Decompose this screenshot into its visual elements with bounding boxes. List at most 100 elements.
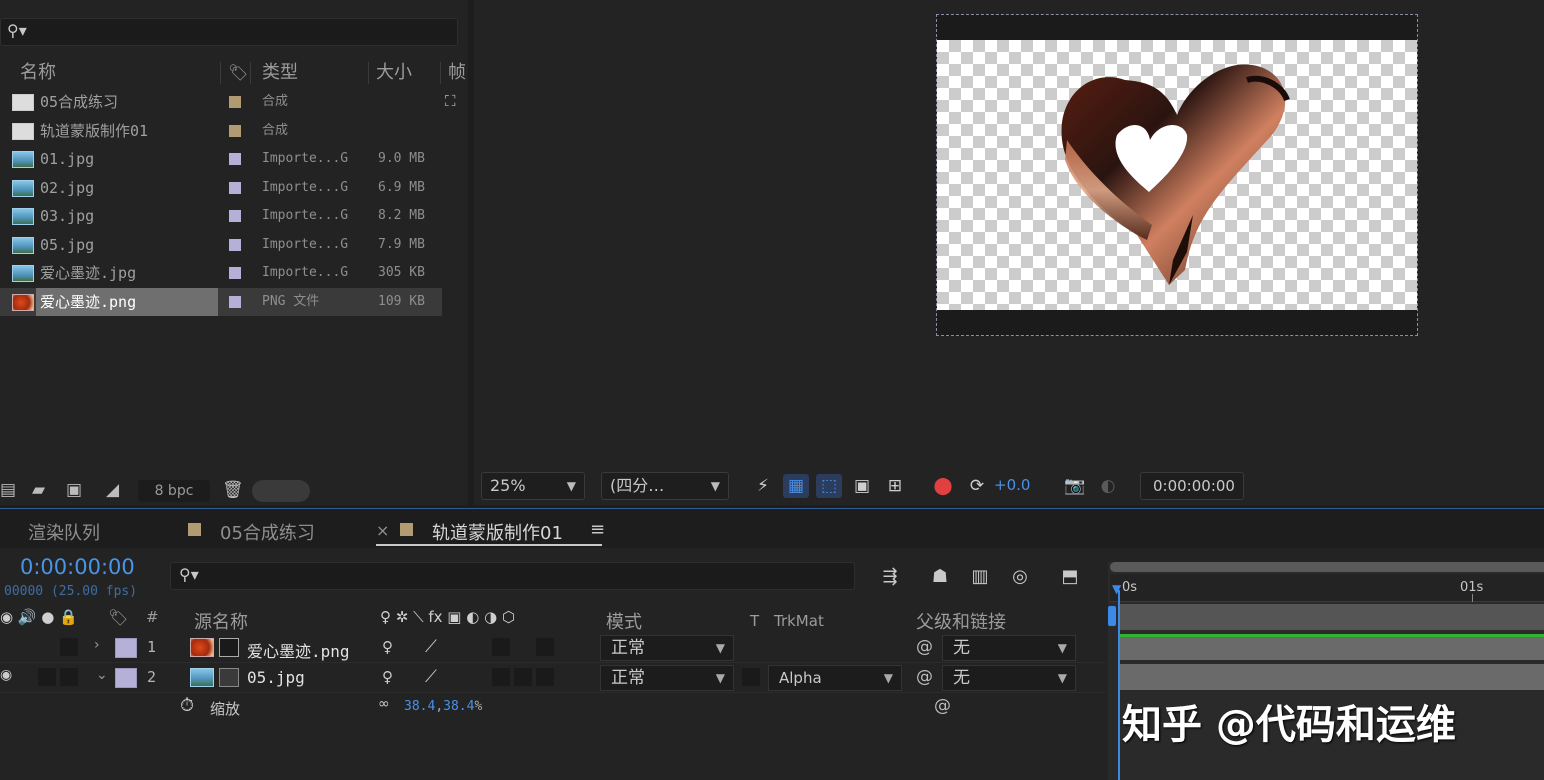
exposure-value[interactable]: +0.0 [994,476,1030,494]
preserve-transparency-switch[interactable] [742,668,760,686]
project-item[interactable]: 05.jpg Importe...G 7.9 MB [0,231,442,259]
column-parent-link[interactable]: 父级和链接 [916,608,1006,634]
mode-dropdown[interactable]: 正常 ▼ [600,635,734,661]
frame-blending-icon[interactable]: ▥ [966,566,994,588]
column-t[interactable]: T [750,612,759,630]
region-of-interest-icon[interactable]: ▣ [849,474,875,498]
property-row[interactable]: ⏱ 缩放 ∞ 38.4,38.4% @ [0,693,1106,723]
scale-value[interactable]: 38.4,38.4% [404,699,482,714]
layer-row[interactable]: ◉ ⌄ 2 05.jpg ♀ ⟋ 正常 ▼ Alpha ▼ @ 无 ▼ [0,663,1106,693]
pick-whip-icon[interactable]: @ [916,667,933,687]
lock-switch[interactable] [60,668,78,686]
label-tag-icon[interactable]: 🏷 [228,60,248,86]
label-color-swatch[interactable] [229,153,241,165]
transparency-grid[interactable] [937,40,1417,310]
collapse-chevron-icon[interactable]: ⌄ [96,667,108,683]
project-item[interactable]: 05合成练习 合成 [0,88,442,116]
constrain-proportions-icon[interactable]: ∞ [378,696,390,712]
thumbnail-slider[interactable] [252,480,310,502]
pick-whip-icon[interactable]: @ [934,696,951,716]
project-search-input[interactable]: ⚲▾ [0,18,458,46]
expand-chevron-icon[interactable]: › [94,637,100,653]
project-item[interactable]: 爱心墨迹.png PNG 文件 109 KB [0,287,442,316]
switch-cell[interactable] [514,668,532,686]
layer-row[interactable]: › 1 爱心墨迹.png ♀ ⟋ 正常 ▼ @ 无 ▼ [0,633,1106,663]
column-number[interactable]: # [146,608,159,626]
column-size[interactable]: 大小 [376,60,412,86]
motion-blur-icon[interactable]: ◎ [1006,566,1034,588]
switch-cell[interactable] [492,668,510,686]
shy-switch-icon[interactable]: ♀ [382,668,393,686]
pick-whip-icon[interactable]: @ [916,637,933,657]
parent-dropdown[interactable]: 无 ▼ [942,665,1076,691]
viewer-timecode[interactable]: 0:00:00:00 [1140,472,1244,500]
stopwatch-icon[interactable]: ⏱ [180,695,194,716]
project-item[interactable]: 02.jpg Importe...G 6.9 MB [0,174,442,202]
layer-name[interactable]: 爱心墨迹.png [247,638,350,662]
audio-switch[interactable] [38,668,56,686]
close-tab-icon[interactable]: × [376,521,389,540]
interpret-footage-icon[interactable]: ▤ [0,480,16,500]
mode-dropdown[interactable]: 正常 ▼ [600,665,734,691]
resolution-dropdown[interactable]: (四分… ▼ [601,472,729,500]
project-item[interactable]: 03.jpg Importe...G 8.2 MB [0,202,442,230]
zoom-dropdown[interactable]: 25% ▼ [481,472,585,500]
column-frames[interactable]: 帧 [448,60,466,86]
tab-comp-trackmatte[interactable]: 轨道蒙版制作01 [432,519,563,545]
grid-guides-icon[interactable]: ⊞ [882,474,908,498]
transparency-grid-toggle-icon[interactable]: ▦ [783,474,809,498]
tab-render-queue[interactable]: 渲染队列 [28,519,100,545]
column-source-name[interactable]: 源名称 [194,608,248,634]
switch-cell[interactable] [492,638,510,656]
channels-icon[interactable]: ⬤ [930,474,956,498]
label-color-swatch[interactable] [229,124,241,137]
mask-visibility-icon[interactable]: ⬚ [816,474,842,498]
graph-editor-icon[interactable]: ⬒ [1056,566,1084,588]
column-trkmat[interactable]: TrkMat [774,612,824,630]
exposure-reset-icon[interactable]: ⟳ [964,474,990,498]
composition-flowchart-icon[interactable]: ⇶ [876,566,904,588]
project-item[interactable]: 爱心墨迹.jpg Importe...G 305 KB [0,259,442,287]
column-mode[interactable]: 模式 [606,608,642,634]
trkmat-dropdown[interactable]: Alpha ▼ [768,665,902,691]
flowchart-icon[interactable]: ⛶ [445,92,456,110]
quality-switch-icon[interactable]: ⟋ [425,667,437,687]
adjust-icon[interactable]: ◢ [106,480,119,500]
column-name[interactable]: 名称 [20,60,56,86]
shy-layers-icon[interactable]: ☗ [926,566,954,588]
visibility-eye-icon[interactable]: ◉ [0,667,12,683]
switch-cell[interactable] [536,668,554,686]
label-color-swatch[interactable] [229,210,241,222]
scale-y[interactable]: 38.4 [443,699,474,714]
label-color-swatch[interactable] [229,267,241,279]
snapshot-camera-icon[interactable]: 📷 [1062,474,1088,498]
work-area-bar[interactable] [1110,562,1544,572]
project-item[interactable]: 01.jpg Importe...G 9.0 MB [0,145,442,173]
layer-name[interactable]: 05.jpg [247,668,305,687]
fast-preview-icon[interactable]: ⚡ [750,474,776,498]
parent-dropdown[interactable]: 无 ▼ [942,635,1076,661]
label-color-swatch[interactable] [229,181,241,194]
label-color-swatch[interactable] [229,295,241,308]
label-color-swatch[interactable] [115,638,137,658]
time-ruler[interactable]: 0s 01s [1110,574,1544,602]
layer-1-bar[interactable] [1118,634,1544,660]
layer-2-bar[interactable] [1118,664,1544,690]
playhead-handle-icon[interactable]: ▼ [1112,582,1121,596]
layer-switches-icons[interactable]: ♀ ✲ ⟍ fx ▣ ◐ ◑ ⬡ [380,608,515,626]
lock-switch[interactable] [60,638,78,656]
switch-cell[interactable] [536,638,554,656]
bit-depth-button[interactable]: 8 bpc [138,480,210,502]
tab-comp-05[interactable]: 05合成练习 [220,519,315,545]
panel-menu-icon[interactable]: ≡ [590,519,605,540]
av-switches-icons[interactable]: ◉ 🔊 ● 🔒 [0,608,78,626]
quality-switch-icon[interactable]: ⟋ [425,637,437,657]
label-color-swatch[interactable] [229,96,241,108]
work-area-start-handle[interactable] [1108,606,1116,626]
column-type[interactable]: 类型 [262,60,298,86]
label-color-swatch[interactable] [229,238,241,251]
new-composition-icon[interactable]: ▣ [66,480,82,500]
trash-icon[interactable]: 🗑 [222,480,244,500]
scale-x[interactable]: 38.4 [404,699,435,714]
playhead[interactable] [1118,590,1120,780]
